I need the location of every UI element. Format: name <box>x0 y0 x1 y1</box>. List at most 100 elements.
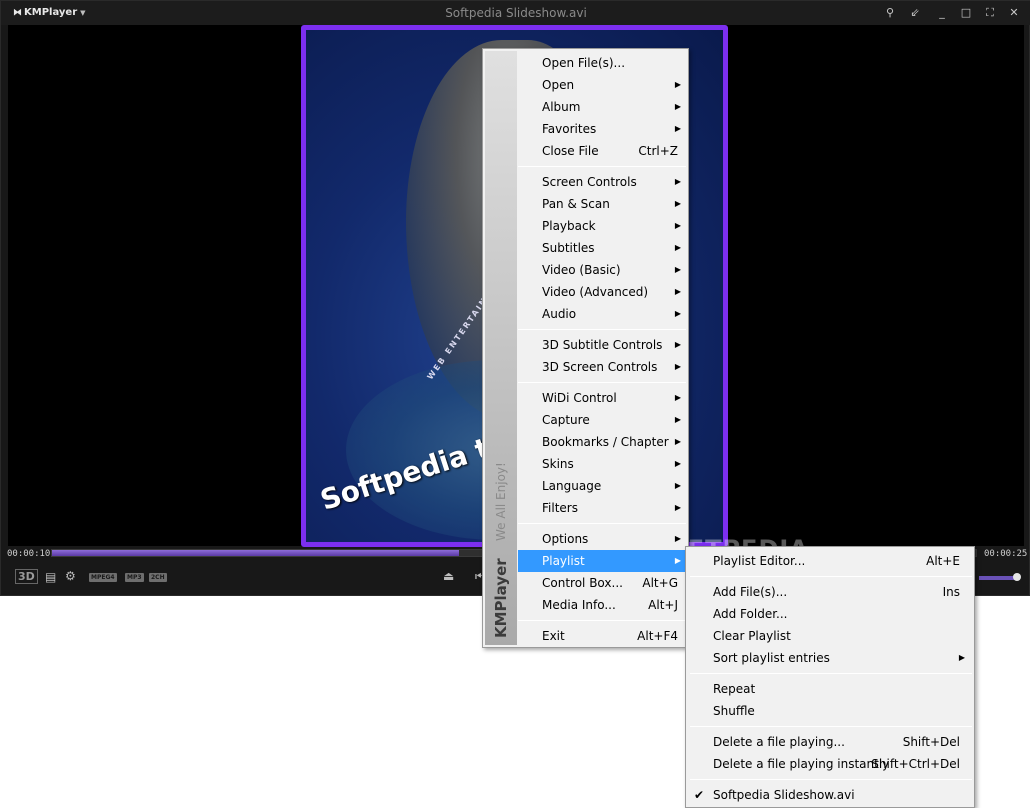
menu-separator <box>690 576 972 577</box>
menu-separator <box>518 166 686 167</box>
3d-toggle-icon[interactable]: 3D <box>15 569 38 584</box>
menu-item-playlist-editor[interactable]: Playlist Editor... Alt+E <box>688 550 972 572</box>
menu-item-shortcut: Alt+G <box>642 576 678 590</box>
menu-item-sort-playlist-entries[interactable]: Sort playlist entries ▶ <box>688 647 972 669</box>
menu-item-pan-scan[interactable]: Pan & Scan ▶ <box>518 193 688 215</box>
menu-item-playback[interactable]: Playback ▶ <box>518 215 688 237</box>
menu-item-screen-controls[interactable]: Screen Controls ▶ <box>518 171 688 193</box>
menu-item-video-advanced[interactable]: Video (Advanced) ▶ <box>518 281 688 303</box>
menu-item-subtitles[interactable]: Subtitles ▶ <box>518 237 688 259</box>
playlist-icon[interactable]: ▤ <box>45 570 56 584</box>
menu-item-label: Open <box>542 78 575 92</box>
menu-item-label: Add File(s)... <box>713 585 788 599</box>
close-icon[interactable]: ✕ <box>1005 5 1023 21</box>
menu-item-shortcut: Shift+Del <box>902 735 960 749</box>
menu-separator <box>518 523 686 524</box>
menu-item-label: Playback <box>542 219 596 233</box>
volume-slider[interactable] <box>979 576 1015 580</box>
menu-item-label: Options <box>542 532 589 546</box>
menu-item-label: Video (Advanced) <box>542 285 649 299</box>
submenu-arrow-icon: ▶ <box>674 503 681 512</box>
submenu-arrow-icon: ▶ <box>674 80 681 89</box>
menu-separator <box>518 382 686 383</box>
menu-item-album[interactable]: Album ▶ <box>518 96 688 118</box>
menu-item-shortcut: Alt+E <box>926 554 960 568</box>
menu-item-label: Softpedia Slideshow.avi <box>713 788 855 802</box>
menu-item-label: Subtitles <box>542 241 595 255</box>
menu-item-shortcut: Shift+Ctrl+Del <box>871 757 960 771</box>
time-elapsed: 00:00:10 <box>7 549 51 559</box>
menu-item-control-box[interactable]: Control Box... Alt+G <box>518 572 688 594</box>
menu-item-audio[interactable]: Audio ▶ <box>518 303 688 325</box>
menu-item-label: Filters <box>542 501 578 515</box>
menu-item-label: Clear Playlist <box>713 629 791 643</box>
menu-item-media-info[interactable]: Media Info... Alt+J <box>518 594 688 616</box>
menu-item-add-file-s[interactable]: Add File(s)... Ins <box>688 581 972 603</box>
submenu-arrow-icon: ▶ <box>674 124 681 133</box>
menu-item-label: Screen Controls <box>542 175 637 189</box>
mini-mode-icon[interactable]: ⇙ <box>906 5 924 21</box>
menu-item-shortcut: Ins <box>942 585 960 599</box>
title-bar[interactable]: ⧓ KMPlayer ▼ Softpedia Slideshow.avi ⚲ ⇙ _… <box>1 1 1030 25</box>
submenu-arrow-icon: ▶ <box>674 340 681 349</box>
playlist-submenu: Playlist Editor... Alt+E Add File(s)... Ins… <box>685 546 975 808</box>
menu-item-bookmarks-chapter[interactable]: Bookmarks / Chapter ▶ <box>518 431 688 453</box>
menu-item-3d-screen-controls[interactable]: 3D Screen Controls ▶ <box>518 356 688 378</box>
menu-item-video-basic[interactable]: Video (Basic) ▶ <box>518 259 688 281</box>
menu-item-label: Close File <box>542 144 599 158</box>
submenu-arrow-icon: ▶ <box>674 102 681 111</box>
settings-gear-icon[interactable]: ⚙ <box>65 569 76 583</box>
menu-item-options[interactable]: Options ▶ <box>518 528 688 550</box>
volume-knob[interactable] <box>1013 573 1021 581</box>
menu-separator <box>690 779 972 780</box>
menu-item-delete-a-file-playing[interactable]: Delete a file playing... Shift+Del <box>688 731 972 753</box>
minimize-icon[interactable]: _ <box>933 5 951 21</box>
menu-item-label: Delete a file playing... <box>713 735 845 749</box>
context-menu: KMPlayer We All Enjoy! Open File(s)... Op… <box>482 48 689 648</box>
submenu-arrow-icon: ▶ <box>674 481 681 490</box>
maximize-icon[interactable]: □ <box>957 5 975 21</box>
menu-item-repeat[interactable]: Repeat <box>688 678 972 700</box>
menu-item-close-file[interactable]: Close File Ctrl+Z <box>518 140 688 162</box>
menu-separator <box>518 329 686 330</box>
eject-icon[interactable]: ⏏ <box>443 569 454 583</box>
menu-item-label: Video (Basic) <box>542 263 621 277</box>
pin-icon[interactable]: ⚲ <box>881 5 899 21</box>
menu-item-3d-subtitle-controls[interactable]: 3D Subtitle Controls ▶ <box>518 334 688 356</box>
window-title: Softpedia Slideshow.avi <box>445 6 587 20</box>
fullscreen-icon[interactable]: ⛶ <box>981 5 999 21</box>
menu-item-exit[interactable]: Exit Alt+F4 <box>518 625 688 647</box>
menu-item-label: Playlist <box>542 554 585 568</box>
submenu-arrow-icon: ▶ <box>674 393 681 402</box>
menu-item-widi-control[interactable]: WiDi Control ▶ <box>518 387 688 409</box>
menu-item-capture[interactable]: Capture ▶ <box>518 409 688 431</box>
menu-item-delete-a-file-playing-instantly[interactable]: Delete a file playing instantly Shift+Ctr… <box>688 753 972 775</box>
menu-item-add-folder[interactable]: Add Folder... <box>688 603 972 625</box>
menu-item-clear-playlist[interactable]: Clear Playlist <box>688 625 972 647</box>
menu-item-shuffle[interactable]: Shuffle <box>688 700 972 722</box>
menu-item-label: Audio <box>542 307 577 321</box>
submenu-arrow-icon: ▶ <box>674 437 681 446</box>
menu-item-open-file-s[interactable]: Open File(s)... <box>518 52 688 74</box>
audio-codec-badge: MP3 <box>125 573 144 582</box>
menu-item-label: Favorites <box>542 122 597 136</box>
menu-separator <box>518 620 686 621</box>
menu-separator <box>690 726 972 727</box>
menu-item-shortcut: Alt+J <box>648 598 678 612</box>
submenu-arrow-icon: ▶ <box>958 653 965 662</box>
menu-item-skins[interactable]: Skins ▶ <box>518 453 688 475</box>
menu-item-label: Media Info... <box>542 598 616 612</box>
menu-item-label: 3D Subtitle Controls <box>542 338 663 352</box>
checkmark-icon: ✔ <box>694 788 705 802</box>
submenu-arrow-icon: ▶ <box>674 459 681 468</box>
menu-item-open[interactable]: Open ▶ <box>518 74 688 96</box>
menu-item-label: Bookmarks / Chapter <box>542 435 669 449</box>
menu-item-softpedia-slideshow-avi[interactable]: ✔ Softpedia Slideshow.avi <box>688 784 972 806</box>
submenu-arrow-icon: ▶ <box>674 287 681 296</box>
menu-item-label: Exit <box>542 629 565 643</box>
menu-item-language[interactable]: Language ▶ <box>518 475 688 497</box>
menu-item-playlist[interactable]: Playlist ▶ <box>518 550 688 572</box>
menu-item-filters[interactable]: Filters ▶ <box>518 497 688 519</box>
submenu-arrow-icon: ▶ <box>674 534 681 543</box>
menu-item-favorites[interactable]: Favorites ▶ <box>518 118 688 140</box>
